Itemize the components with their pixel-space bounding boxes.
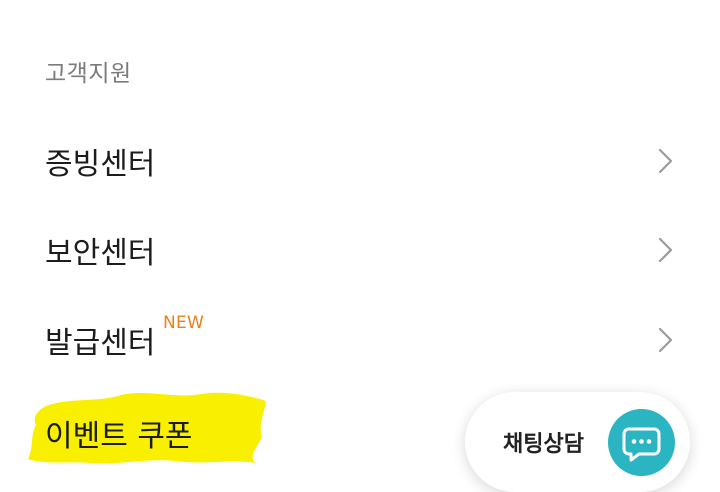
menu-item-proof-center[interactable]: 증빙센터 bbox=[0, 126, 720, 196]
chat-consult-button[interactable]: 채팅상담 bbox=[465, 392, 690, 492]
menu-item-security-center[interactable]: 보안센터 bbox=[0, 215, 720, 285]
section-title: 고객지원 bbox=[45, 61, 132, 87]
chevron-right-icon bbox=[658, 237, 673, 263]
chat-consult-label: 채팅상담 bbox=[503, 432, 584, 457]
menu-item-label: 발급센터 bbox=[45, 326, 156, 361]
menu-item-label: 증빙센터 bbox=[45, 147, 156, 182]
chat-icon-circle bbox=[608, 409, 675, 476]
menu-item-issuance-center[interactable]: 발급센터 NEW bbox=[0, 305, 720, 375]
event-coupon-item[interactable]: 이벤트 쿠폰 bbox=[45, 411, 193, 455]
new-badge: NEW bbox=[163, 313, 205, 333]
chevron-right-icon bbox=[658, 327, 673, 353]
menu-item-label: 보안센터 bbox=[45, 236, 156, 271]
chevron-right-icon bbox=[658, 148, 673, 174]
chat-bubble-icon bbox=[622, 427, 661, 462]
